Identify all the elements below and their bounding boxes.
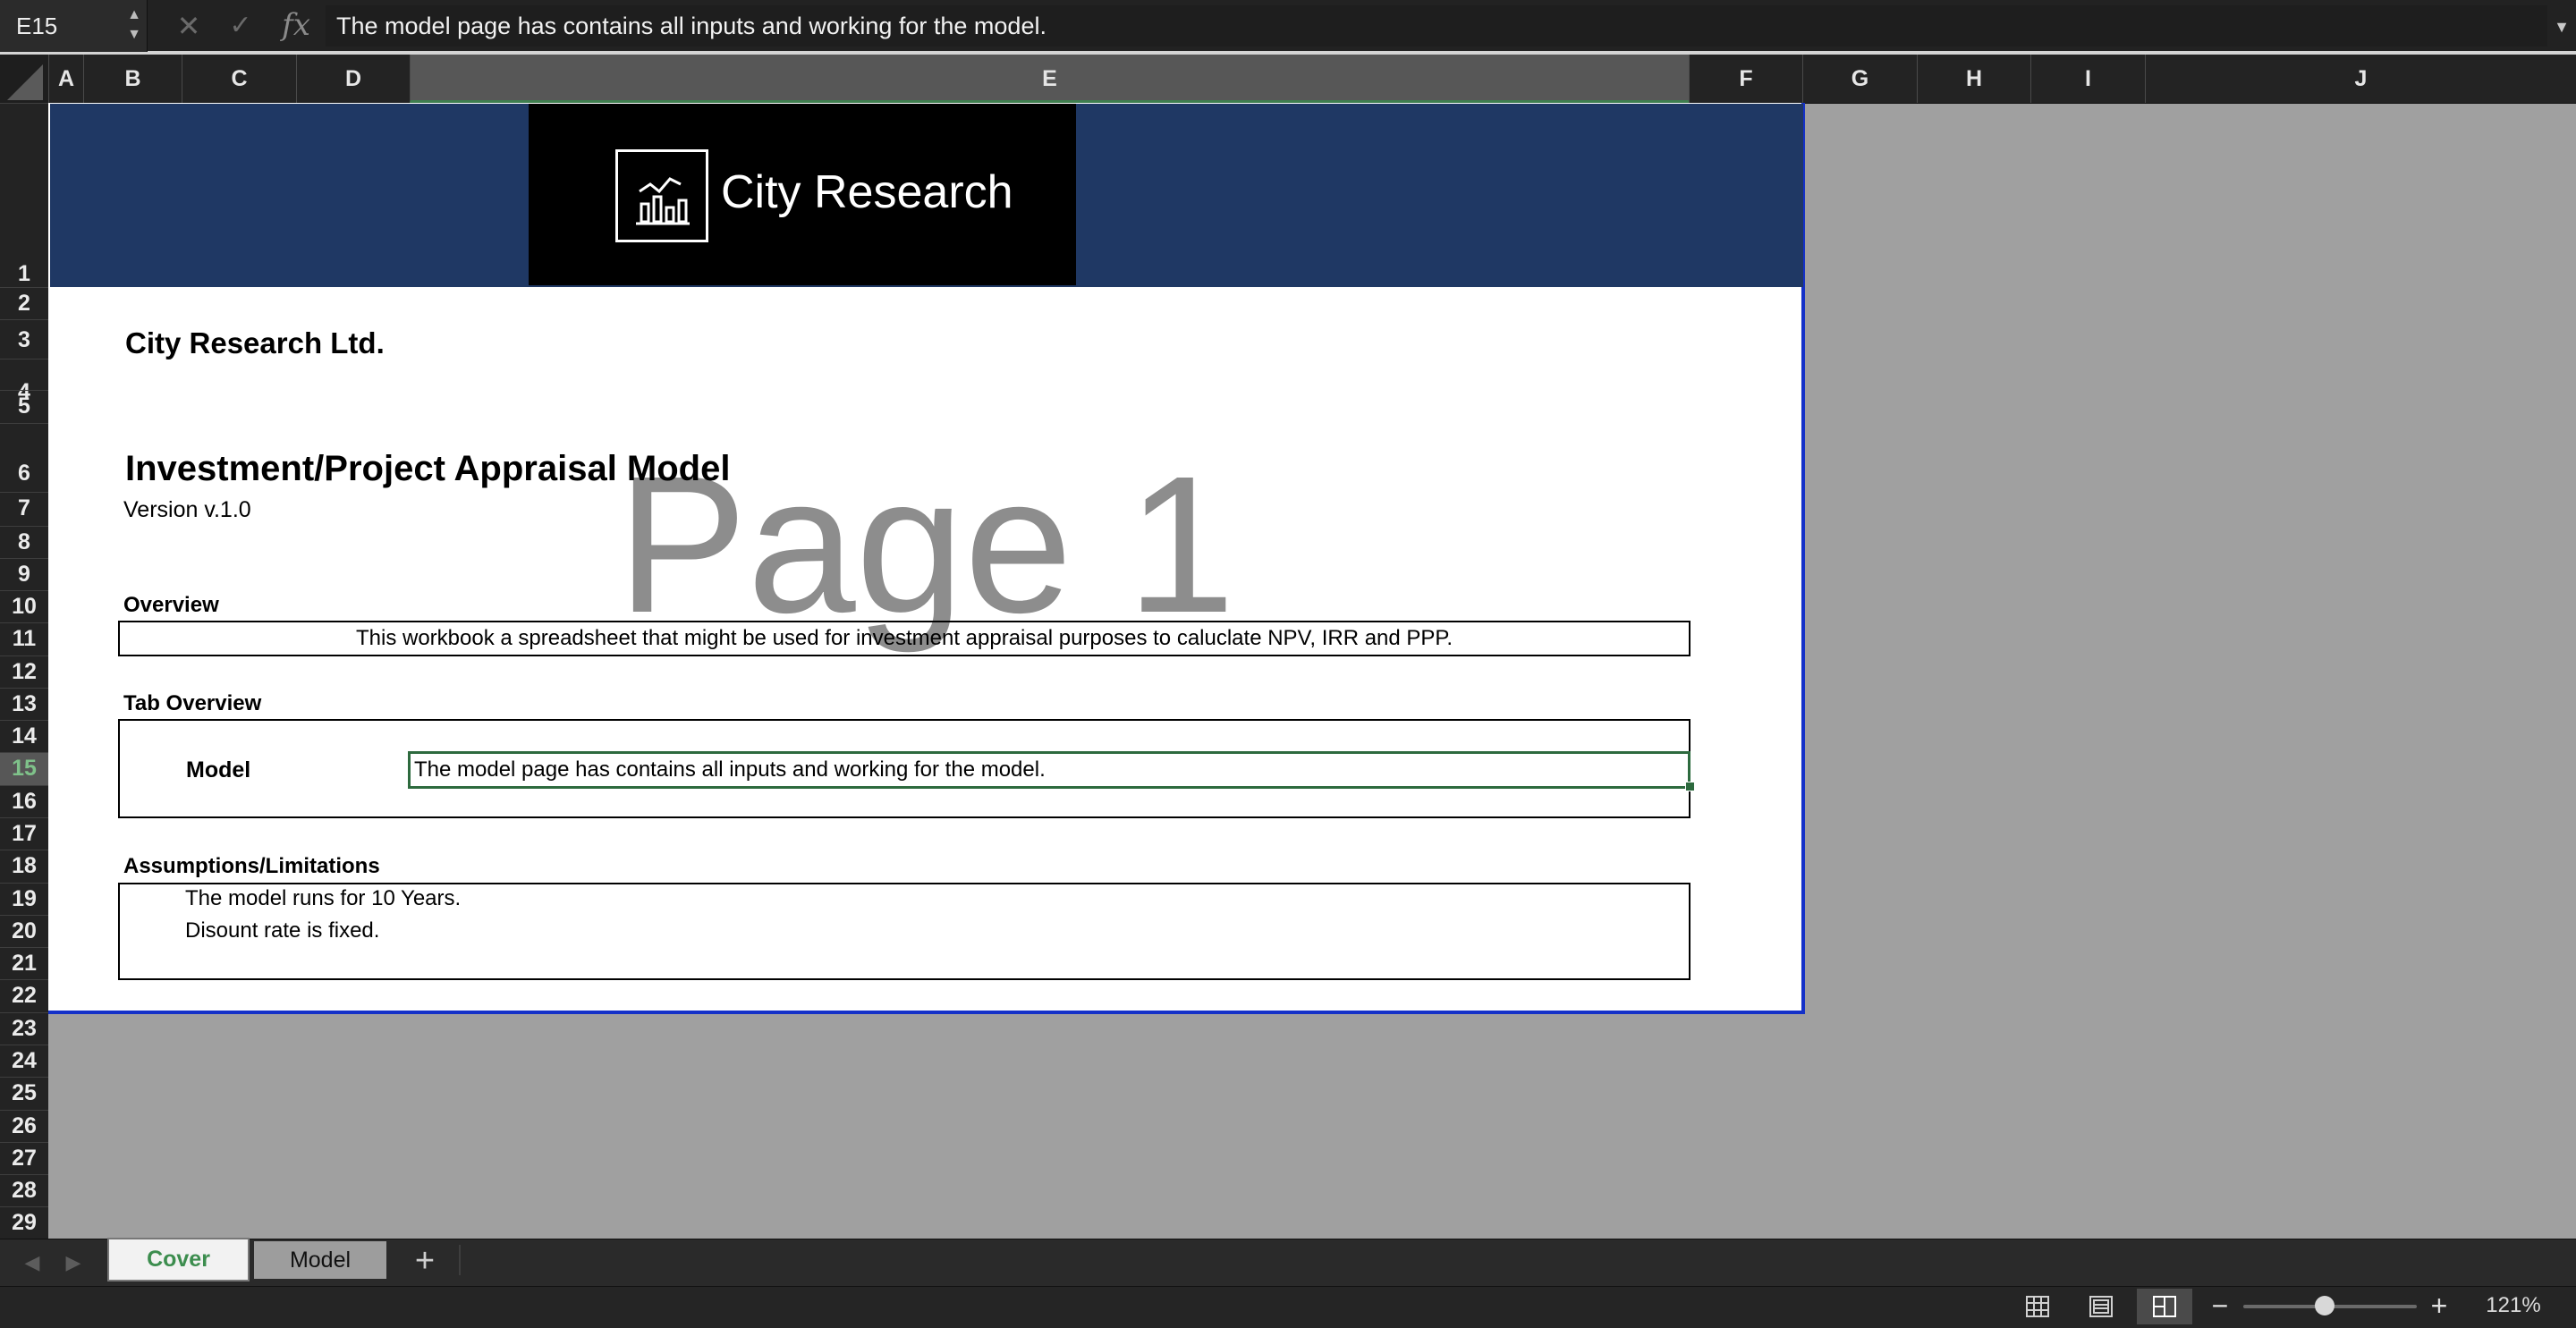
column-header[interactable]: D xyxy=(296,55,410,103)
column-header[interactable]: I xyxy=(2030,55,2145,103)
page-layout-view-button[interactable] xyxy=(2073,1289,2129,1324)
row-header[interactable]: 10 xyxy=(0,590,48,622)
column-header[interactable]: J xyxy=(2145,55,2576,103)
model-title: Investment/Project Appraisal Model xyxy=(125,449,731,488)
column-header[interactable]: B xyxy=(83,55,182,103)
overview-heading: Overview xyxy=(123,593,219,617)
zoom-slider-thumb[interactable] xyxy=(2315,1296,2335,1315)
row-header[interactable]: 11 xyxy=(0,622,48,656)
row-header[interactable]: 12 xyxy=(0,656,48,688)
column-header[interactable]: A xyxy=(48,55,83,103)
company-name: City Research Ltd. xyxy=(125,326,385,359)
column-header[interactable]: C xyxy=(182,55,296,103)
page-layout-icon xyxy=(2089,1296,2113,1317)
add-sheet-button[interactable]: + xyxy=(404,1243,445,1279)
grid-icon xyxy=(2026,1296,2049,1317)
sheet-tab-bar xyxy=(0,1239,2576,1287)
tab-divider xyxy=(459,1245,461,1275)
version-label: Version v.1.0 xyxy=(123,497,251,522)
checkmark-icon[interactable]: ✓ xyxy=(225,9,257,43)
tab-overview-description-cell[interactable]: The model page has contains all inputs a… xyxy=(414,755,1046,785)
row-header[interactable]: 3 xyxy=(0,319,48,359)
overview-text[interactable]: This workbook a spreadsheet that might b… xyxy=(118,623,1690,654)
row-header[interactable]: 2 xyxy=(0,287,48,319)
zoom-level[interactable]: 121% xyxy=(2469,1290,2558,1322)
row-header[interactable]: 27 xyxy=(0,1142,48,1174)
row-header[interactable]: 29 xyxy=(0,1206,48,1239)
column-header-selected[interactable]: E xyxy=(410,55,1689,103)
tab-overview-name-cell[interactable]: Model xyxy=(186,755,250,785)
row-header[interactable]: 13 xyxy=(0,688,48,720)
fill-handle[interactable] xyxy=(1685,782,1695,791)
sheet-tab-model[interactable]: Model xyxy=(254,1241,386,1279)
row-header[interactable]: 9 xyxy=(0,558,48,590)
row-header-selected[interactable]: 15 xyxy=(0,752,48,785)
fx-icon[interactable]: fx xyxy=(276,7,316,43)
tab-scroll-left-icon[interactable]: ◀ xyxy=(21,1250,43,1275)
tab-overview-heading: Tab Overview xyxy=(123,691,262,715)
row-header[interactable]: 19 xyxy=(0,883,48,915)
chart-logo-icon xyxy=(615,149,708,242)
row-header[interactable]: 17 xyxy=(0,817,48,850)
page-break-view-button[interactable] xyxy=(2137,1289,2192,1324)
row-header[interactable]: 21 xyxy=(0,947,48,979)
row-header[interactable]: 28 xyxy=(0,1174,48,1206)
column-header[interactable]: H xyxy=(1917,55,2030,103)
row-header[interactable]: 26 xyxy=(0,1110,48,1142)
row-header[interactable]: 23 xyxy=(0,1012,48,1045)
page-break-icon xyxy=(2153,1296,2176,1317)
close-icon[interactable]: ✕ xyxy=(173,9,205,43)
column-header[interactable]: F xyxy=(1689,55,1802,103)
row-header[interactable]: 6 xyxy=(0,423,48,496)
name-box-stepper-icon[interactable]: ▲ ▼ xyxy=(123,5,145,47)
row-header[interactable]: 5 xyxy=(0,390,48,423)
row-header[interactable]: 25 xyxy=(0,1077,48,1110)
column-header[interactable]: G xyxy=(1802,55,1917,103)
row-header[interactable]: 22 xyxy=(0,979,48,1012)
row-header[interactable]: 7 xyxy=(0,492,48,526)
select-all-icon xyxy=(7,64,43,100)
row-header[interactable]: 20 xyxy=(0,915,48,947)
assumption-item[interactable]: The model runs for 10 Years. xyxy=(185,884,461,914)
tab-scroll-right-icon[interactable]: ▶ xyxy=(63,1250,84,1275)
row-header[interactable]: 1 xyxy=(0,103,48,287)
row-header[interactable]: 24 xyxy=(0,1045,48,1077)
logo-text: City Research xyxy=(721,166,1013,218)
normal-view-button[interactable] xyxy=(2010,1289,2065,1324)
sheet-tab-cover[interactable]: Cover xyxy=(109,1239,248,1280)
assumptions-heading: Assumptions/Limitations xyxy=(123,854,380,878)
row-header[interactable]: 14 xyxy=(0,720,48,752)
row-header[interactable]: 8 xyxy=(0,526,48,558)
row-header[interactable]: 18 xyxy=(0,850,48,883)
zoom-in-button[interactable]: + xyxy=(2428,1290,2451,1322)
zoom-out-button[interactable]: − xyxy=(2209,1290,2231,1322)
row-header[interactable]: 16 xyxy=(0,785,48,817)
assumption-item[interactable]: Disount rate is fixed. xyxy=(185,916,379,946)
formula-input[interactable]: The model page has contains all inputs a… xyxy=(326,5,2547,47)
chevron-down-icon[interactable]: ▼ xyxy=(2551,9,2572,45)
